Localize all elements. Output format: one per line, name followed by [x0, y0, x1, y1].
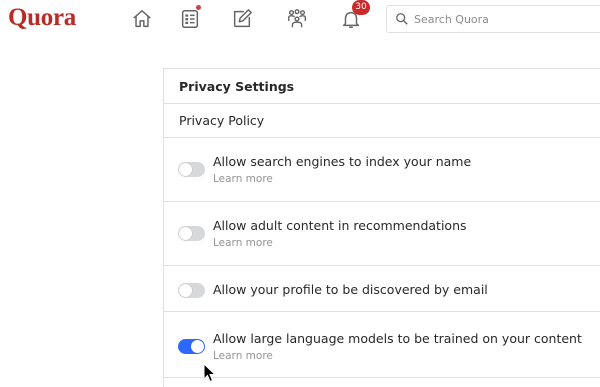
unread-dot — [195, 4, 202, 11]
learn-more-link[interactable]: Learn more — [213, 237, 273, 249]
search-input[interactable] — [414, 12, 594, 26]
home-icon[interactable] — [129, 6, 155, 32]
learn-more-link[interactable]: Learn more — [213, 350, 273, 362]
following-icon[interactable] — [177, 4, 203, 32]
setting-discover-email: Allow your profile to be discovered by e… — [164, 266, 600, 312]
notifications-count-badge: 30 — [352, 0, 370, 15]
setting-adult-content: Allow adult content in recommendations L… — [164, 202, 600, 266]
setting-index-name: Allow search engines to index your name … — [164, 138, 600, 202]
quora-logo[interactable]: Quora — [8, 4, 76, 32]
setting-llm-training: Allow large language models to be traine… — [164, 312, 600, 378]
setting-label: Allow adult content in recommendations — [213, 218, 467, 233]
privacy-policy-link[interactable]: Privacy Policy — [179, 113, 264, 128]
setting-label: Allow search engines to index your name — [213, 154, 472, 169]
top-navigation-bar: Quora 30 Search Quora — [0, 0, 600, 38]
privacy-policy-row[interactable]: Privacy Policy — [164, 104, 600, 138]
toggle-index-name[interactable] — [178, 162, 205, 177]
toggle-discover-email[interactable] — [178, 283, 205, 298]
toggle-llm-training[interactable] — [178, 339, 205, 354]
privacy-settings-header: Privacy Settings — [164, 69, 600, 104]
privacy-settings-panel: Privacy Settings Privacy Policy Allow se… — [163, 68, 600, 387]
setting-label: Allow your profile to be discovered by e… — [213, 282, 488, 297]
answer-icon[interactable] — [229, 6, 255, 32]
learn-more-link[interactable]: Learn more — [213, 173, 273, 185]
search-icon — [396, 13, 408, 25]
spaces-icon[interactable] — [284, 6, 310, 32]
setting-label: Allow large language models to be traine… — [213, 331, 582, 346]
section-title: Privacy Settings — [179, 79, 295, 94]
mouse-cursor-icon — [203, 363, 217, 383]
toggle-adult-content[interactable] — [178, 226, 205, 241]
search-box[interactable] — [386, 5, 600, 33]
